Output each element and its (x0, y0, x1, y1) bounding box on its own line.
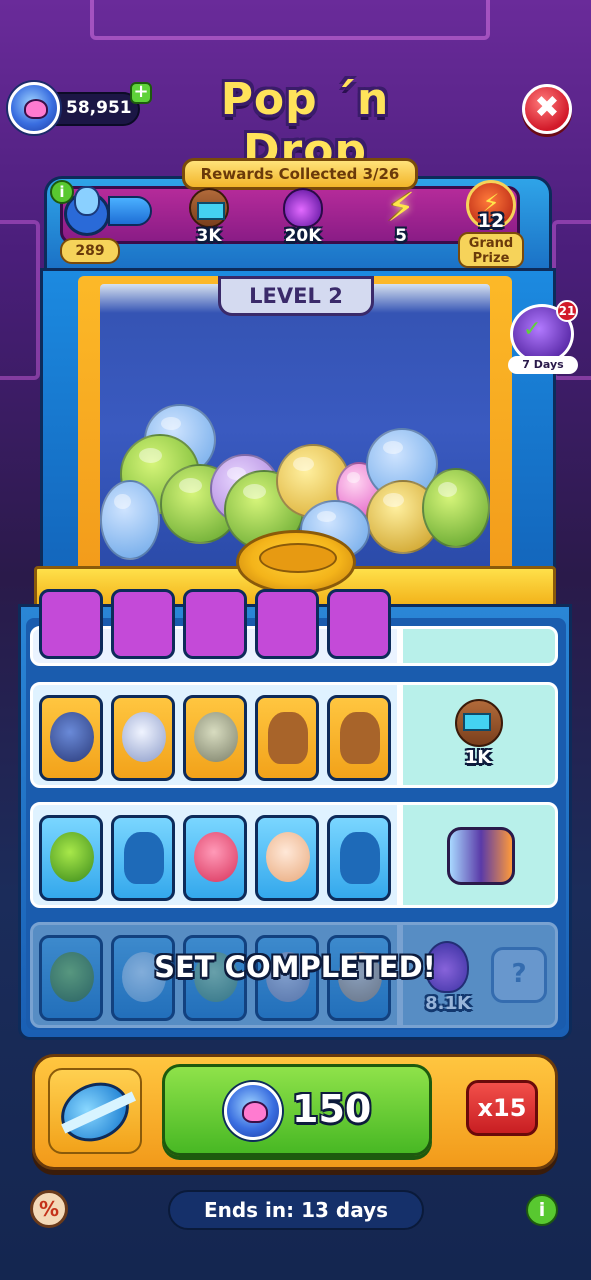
play-cost: 150 (292, 1087, 372, 1131)
lightning-icon: ⚡ (386, 185, 416, 231)
discount-button[interactable]: % (30, 1190, 68, 1228)
set-row (30, 589, 558, 666)
troll-icon (50, 952, 94, 1002)
figure-count: 289 (60, 238, 120, 264)
days-remaining-label: 7 Days (508, 356, 578, 374)
card (327, 589, 391, 659)
level-label: LEVEL 2 (218, 276, 374, 316)
card[interactable] (327, 815, 391, 901)
mystery-card-icon: ? (491, 947, 547, 1003)
grand-prize[interactable]: ⚡ 12 Grand Prize (456, 180, 526, 270)
card (255, 589, 319, 659)
reward-amount: 3K (196, 226, 222, 246)
card (39, 589, 103, 659)
grand-prize-label: Grand Prize (458, 232, 524, 268)
bunny-icon (266, 832, 310, 882)
creature-silhouette-icon (124, 832, 164, 884)
close-button[interactable]: ✖ (522, 84, 572, 134)
card[interactable] (255, 695, 319, 781)
info-button[interactable]: i (526, 1194, 558, 1226)
ball (422, 468, 490, 548)
card[interactable] (39, 695, 103, 781)
reward-item[interactable]: 3K (176, 188, 242, 258)
card[interactable] (255, 815, 319, 901)
neon-decoration-left (0, 220, 40, 380)
card[interactable] (327, 695, 391, 781)
set-prize: 1K (400, 682, 558, 788)
multiplier-button[interactable]: x15 (466, 1080, 538, 1136)
card (111, 589, 175, 659)
boost-icon (189, 188, 229, 228)
set-row[interactable]: 1K (30, 682, 558, 788)
add-currency-button[interactable]: + (130, 82, 152, 104)
coin-icon (8, 82, 60, 134)
reward-amount: 20K (284, 226, 322, 246)
reward-item[interactable]: ⚡ 5 (368, 188, 434, 258)
currency-display[interactable]: 58,951 + (8, 82, 152, 134)
card[interactable] (111, 815, 175, 901)
pink-monster-icon (194, 832, 238, 882)
golem-icon (194, 712, 238, 762)
neon-decoration-top (90, 0, 490, 40)
dragon-icon (50, 712, 94, 762)
disc-icon (51, 1071, 139, 1153)
card (183, 589, 247, 659)
set-cards (30, 802, 400, 908)
set-cards (30, 682, 400, 788)
rewards-collected-header: Rewards Collected 3/26 (182, 158, 418, 190)
rewards-info-button[interactable]: i (50, 180, 74, 204)
card[interactable] (183, 815, 247, 901)
ball (100, 480, 160, 560)
creature-silhouette-icon (340, 832, 380, 884)
card[interactable] (111, 695, 175, 781)
prize-amount: 1K (464, 747, 492, 768)
set-prize (400, 626, 558, 666)
card[interactable] (39, 815, 103, 901)
bear-figure-icon (74, 186, 100, 216)
currency-amount: 58,951 (66, 98, 132, 118)
ball-tool-button[interactable] (48, 1068, 142, 1154)
crocodile-icon (50, 832, 94, 882)
set-prize (400, 802, 558, 908)
grand-prize-amount: 12 (477, 210, 505, 232)
coin-icon (224, 1082, 282, 1140)
rabbit-silhouette-icon (268, 712, 308, 764)
reward-item[interactable]: 20K (270, 188, 336, 258)
boost-icon (455, 699, 503, 747)
daily-tasks-button[interactable]: 21 7 Days (508, 300, 578, 374)
drop-hole (236, 530, 356, 594)
card (39, 935, 103, 1021)
reward-amount: 5 (395, 226, 407, 246)
set-completed-label: SET COMPLETED! (154, 950, 436, 984)
potion-icon (283, 188, 323, 228)
event-timer: Ends in: 13 days (168, 1190, 424, 1230)
game-title: Pop ´n Drop (220, 74, 390, 176)
notification-badge: 21 (556, 300, 578, 322)
monster-silhouette-icon (340, 712, 380, 764)
card[interactable] (183, 695, 247, 781)
yeti-icon (122, 712, 166, 762)
treasure-chest-icon (447, 827, 515, 885)
set-row[interactable] (30, 802, 558, 908)
progress-bar (108, 196, 152, 226)
set-cards (30, 589, 400, 666)
